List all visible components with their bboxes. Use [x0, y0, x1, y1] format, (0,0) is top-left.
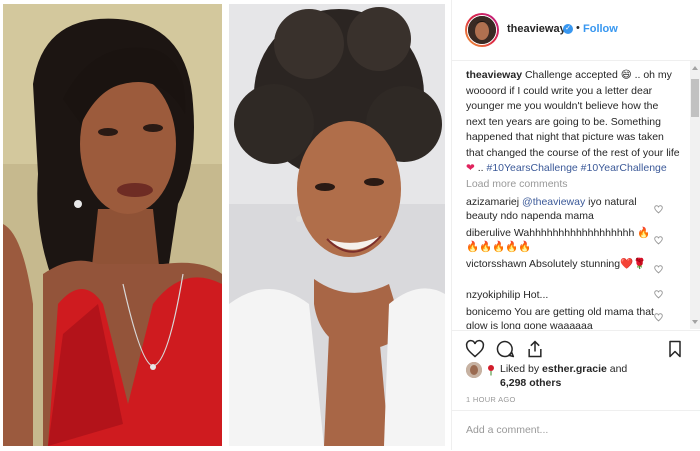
comment-username[interactable]: victorsshawn — [466, 258, 527, 270]
avatar-image — [468, 16, 496, 44]
caption-text: Challenge accepted 😄 .. oh my woooord if… — [466, 69, 680, 159]
comment-like-icon[interactable] — [654, 236, 663, 245]
comment-text: Hot... — [523, 289, 549, 301]
photo-younger-image — [3, 4, 222, 446]
verified-badge-icon: ✓ — [563, 24, 573, 34]
add-comment-input[interactable] — [466, 422, 666, 438]
caption-hashtags[interactable]: #10YearsChallenge #10YearChallenge — [487, 162, 667, 174]
comment-username[interactable]: bonicemo — [466, 306, 512, 318]
comment-item: bonicemo You are getting old mama that g… — [466, 305, 656, 329]
comment-like-icon[interactable] — [654, 313, 663, 322]
rose-icon — [488, 365, 494, 376]
comment-item: azizamariej @theavieway iyo natural beau… — [466, 195, 656, 223]
post-timestamp[interactable]: 1 HOUR AGO — [466, 395, 516, 404]
comment-item: nzyokiphilip Hot... — [466, 288, 656, 302]
comments-scrollbar[interactable] — [690, 61, 700, 329]
bookmark-icon[interactable] — [665, 339, 685, 359]
comment-like-icon[interactable] — [654, 265, 663, 274]
post-header: theavieway ✓ • Follow — [452, 0, 700, 61]
comment-item: victorsshawn Absolutely stunning❤️🌹 — [466, 257, 656, 271]
share-icon[interactable] — [525, 339, 545, 359]
comment-icon[interactable] — [495, 339, 515, 359]
comment-item: diberulive Wahhhhhhhhhhhhhhhhhh 🔥🔥🔥🔥🔥🔥 — [466, 226, 656, 254]
liker-avatar[interactable] — [466, 362, 482, 378]
caption-ellipsis: .. — [477, 162, 484, 174]
header-separator: • — [576, 22, 580, 34]
photo-younger — [3, 4, 222, 446]
comment-like-icon[interactable] — [654, 290, 663, 299]
caption-heart-icon: ❤ — [466, 162, 475, 174]
likes-text: Liked by esther.gracie and 6,298 others — [500, 362, 627, 390]
comment-username[interactable]: diberulive — [466, 227, 511, 239]
likes-user[interactable]: esther.gracie — [542, 363, 607, 375]
caption: theavieway Challenge accepted 😄 .. oh my… — [466, 68, 680, 177]
likes-prefix: Liked by — [500, 363, 540, 375]
comment-like-icon[interactable] — [654, 205, 663, 214]
story-ring[interactable] — [465, 13, 499, 47]
follow-button[interactable]: Follow — [583, 23, 618, 35]
liker-avatar-image — [466, 362, 482, 378]
action-bar — [452, 330, 700, 365]
caption-username[interactable]: theavieway — [466, 69, 522, 81]
header-username[interactable]: theavieway — [507, 23, 566, 35]
comment-username[interactable]: nzyokiphilip — [466, 289, 520, 301]
likes-count[interactable]: 6,298 others — [500, 377, 561, 389]
photo-current — [229, 4, 445, 446]
scroll-down-arrow-icon[interactable] — [692, 320, 698, 324]
load-more-comments-button[interactable]: Load more comments — [466, 178, 568, 190]
add-comment-bar — [452, 410, 700, 451]
comments-list[interactable]: theavieway Challenge accepted 😄 .. oh my… — [452, 61, 690, 329]
avatar[interactable] — [467, 15, 497, 45]
post-media[interactable] — [0, 0, 447, 450]
comment-text: Absolutely stunning❤️🌹 — [529, 258, 647, 270]
post-sidebar: theavieway ✓ • Follow theavieway Challen… — [451, 0, 700, 450]
heart-outline-icon[interactable] — [465, 339, 485, 359]
comment-username[interactable]: azizamariej — [466, 196, 519, 208]
likes-summary: Liked by esther.gracie and 6,298 others — [466, 362, 686, 392]
photo-current-image — [229, 4, 445, 446]
likes-connector: and — [609, 363, 628, 375]
comment-mention[interactable]: @theavieway — [522, 196, 585, 208]
scroll-up-arrow-icon[interactable] — [692, 66, 698, 70]
scrollbar-thumb[interactable] — [691, 79, 699, 117]
